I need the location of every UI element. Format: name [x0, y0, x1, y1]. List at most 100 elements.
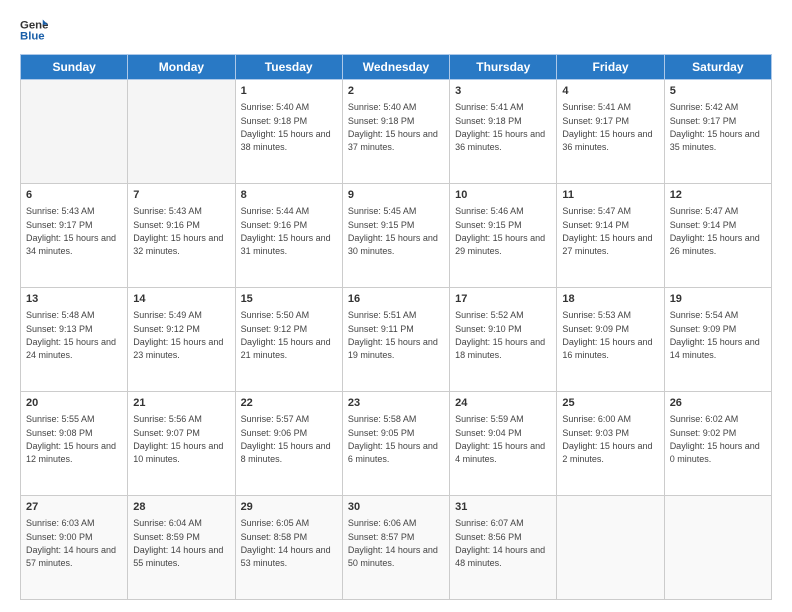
day-number: 23 — [348, 396, 444, 411]
day-number: 13 — [26, 292, 122, 307]
day-header-tuesday: Tuesday — [235, 55, 342, 80]
calendar-cell: 15 Sunrise: 5:50 AMSunset: 9:12 PMDayligh… — [235, 288, 342, 392]
calendar-cell: 2Sunrise: 5:40 AMSunset: 9:18 PMDaylight… — [342, 80, 449, 184]
calendar-cell: 28Sunrise: 6:04 AMSunset: 8:59 PMDayligh… — [128, 496, 235, 600]
calendar-cell: 27Sunrise: 6:03 AMSunset: 9:00 PMDayligh… — [21, 496, 128, 600]
day-number: 12 — [670, 188, 766, 203]
cell-info: Sunrise: 5:45 AMSunset: 9:15 PMDaylight:… — [348, 206, 438, 256]
day-header-saturday: Saturday — [664, 55, 771, 80]
week-row-4: 20 Sunrise: 5:55 AMSunset: 9:08 PMDayligh… — [21, 392, 772, 496]
header: General Blue — [20, 16, 772, 44]
calendar-cell: 26 Sunrise: 6:02 AMSunset: 9:02 PMDayligh… — [664, 392, 771, 496]
cell-info: Sunrise: 5:40 AMSunset: 9:18 PMDaylight:… — [348, 102, 438, 152]
day-number: 4 — [562, 84, 658, 99]
calendar-cell: 30 Sunrise: 6:06 AMSunset: 8:57 PMDayligh… — [342, 496, 449, 600]
day-number: 8 — [241, 188, 337, 203]
calendar-cell: 17 Sunrise: 5:52 AMSunset: 9:10 PMDayligh… — [450, 288, 557, 392]
cell-info: Sunrise: 5:43 AMSunset: 9:16 PMDaylight:… — [133, 206, 223, 256]
cell-info: Sunrise: 5:41 AMSunset: 9:18 PMDaylight:… — [455, 102, 545, 152]
calendar-cell — [21, 80, 128, 184]
cell-info: Sunrise: 6:02 AMSunset: 9:02 PMDaylight:… — [670, 414, 760, 464]
cell-info: Sunrise: 5:44 AMSunset: 9:16 PMDaylight:… — [241, 206, 331, 256]
day-header-sunday: Sunday — [21, 55, 128, 80]
cell-info: Sunrise: 5:56 AMSunset: 9:07 PMDaylight:… — [133, 414, 223, 464]
day-number: 15 — [241, 292, 337, 307]
day-number: 7 — [133, 188, 229, 203]
calendar-cell: 1 Sunrise: 5:40 AMSunset: 9:18 PMDaylight… — [235, 80, 342, 184]
day-number: 9 — [348, 188, 444, 203]
day-number: 5 — [670, 84, 766, 99]
cell-info: Sunrise: 5:57 AMSunset: 9:06 PMDaylight:… — [241, 414, 331, 464]
cell-info: Sunrise: 6:03 AMSunset: 9:00 PMDaylight:… — [26, 518, 116, 568]
day-number: 31 — [455, 500, 551, 515]
cell-info: Sunrise: 5:46 AMSunset: 9:15 PMDaylight:… — [455, 206, 545, 256]
day-number: 11 — [562, 188, 658, 203]
cell-info: Sunrise: 5:58 AMSunset: 9:05 PMDaylight:… — [348, 414, 438, 464]
calendar-cell: 12Sunrise: 5:47 AMSunset: 9:14 PMDayligh… — [664, 184, 771, 288]
days-header-row: SundayMondayTuesdayWednesdayThursdayFrid… — [21, 55, 772, 80]
day-header-thursday: Thursday — [450, 55, 557, 80]
day-header-wednesday: Wednesday — [342, 55, 449, 80]
day-number: 1 — [241, 84, 337, 99]
day-number: 28 — [133, 500, 229, 515]
day-number: 22 — [241, 396, 337, 411]
day-number: 24 — [455, 396, 551, 411]
calendar-cell: 29 Sunrise: 6:05 AMSunset: 8:58 PMDayligh… — [235, 496, 342, 600]
day-number: 10 — [455, 188, 551, 203]
cell-info: Sunrise: 5:55 AMSunset: 9:08 PMDaylight:… — [26, 414, 116, 464]
day-header-monday: Monday — [128, 55, 235, 80]
cell-info: Sunrise: 5:54 AMSunset: 9:09 PMDaylight:… — [670, 310, 760, 360]
cell-info: Sunrise: 5:51 AMSunset: 9:11 PMDaylight:… — [348, 310, 438, 360]
calendar-cell: 5 Sunrise: 5:42 AMSunset: 9:17 PMDaylight… — [664, 80, 771, 184]
day-number: 19 — [670, 292, 766, 307]
day-number: 20 — [26, 396, 122, 411]
day-number: 29 — [241, 500, 337, 515]
cell-info: Sunrise: 5:52 AMSunset: 9:10 PMDaylight:… — [455, 310, 545, 360]
calendar-cell: 9 Sunrise: 5:45 AMSunset: 9:15 PMDaylight… — [342, 184, 449, 288]
cell-info: Sunrise: 5:50 AMSunset: 9:12 PMDaylight:… — [241, 310, 331, 360]
calendar-table: SundayMondayTuesdayWednesdayThursdayFrid… — [20, 54, 772, 600]
cell-info: Sunrise: 6:00 AMSunset: 9:03 PMDaylight:… — [562, 414, 652, 464]
day-number: 17 — [455, 292, 551, 307]
calendar-cell: 18Sunrise: 5:53 AMSunset: 9:09 PMDayligh… — [557, 288, 664, 392]
day-number: 30 — [348, 500, 444, 515]
calendar-cell: 19 Sunrise: 5:54 AMSunset: 9:09 PMDayligh… — [664, 288, 771, 392]
calendar-body: 1 Sunrise: 5:40 AMSunset: 9:18 PMDaylight… — [21, 80, 772, 600]
svg-text:Blue: Blue — [20, 31, 45, 43]
calendar-cell: 14Sunrise: 5:49 AMSunset: 9:12 PMDayligh… — [128, 288, 235, 392]
calendar-cell: 31Sunrise: 6:07 AMSunset: 8:56 PMDayligh… — [450, 496, 557, 600]
calendar-cell: 6 Sunrise: 5:43 AMSunset: 9:17 PMDaylight… — [21, 184, 128, 288]
day-number: 26 — [670, 396, 766, 411]
day-number: 25 — [562, 396, 658, 411]
day-number: 18 — [562, 292, 658, 307]
calendar-cell: 13Sunrise: 5:48 AMSunset: 9:13 PMDayligh… — [21, 288, 128, 392]
day-number: 16 — [348, 292, 444, 307]
calendar-cell: 23 Sunrise: 5:58 AMSunset: 9:05 PMDayligh… — [342, 392, 449, 496]
week-row-5: 27Sunrise: 6:03 AMSunset: 9:00 PMDayligh… — [21, 496, 772, 600]
week-row-3: 13Sunrise: 5:48 AMSunset: 9:13 PMDayligh… — [21, 288, 772, 392]
cell-info: Sunrise: 5:40 AMSunset: 9:18 PMDaylight:… — [241, 102, 331, 152]
day-number: 3 — [455, 84, 551, 99]
day-header-friday: Friday — [557, 55, 664, 80]
cell-info: Sunrise: 6:06 AMSunset: 8:57 PMDaylight:… — [348, 518, 438, 568]
cell-info: Sunrise: 5:49 AMSunset: 9:12 PMDaylight:… — [133, 310, 223, 360]
logo-icon: General Blue — [20, 16, 48, 44]
calendar-cell: 7 Sunrise: 5:43 AMSunset: 9:16 PMDaylight… — [128, 184, 235, 288]
calendar-cell: 24 Sunrise: 5:59 AMSunset: 9:04 PMDayligh… — [450, 392, 557, 496]
calendar-cell — [664, 496, 771, 600]
cell-info: Sunrise: 5:42 AMSunset: 9:17 PMDaylight:… — [670, 102, 760, 152]
day-number: 6 — [26, 188, 122, 203]
cell-info: Sunrise: 6:05 AMSunset: 8:58 PMDaylight:… — [241, 518, 331, 568]
cell-info: Sunrise: 5:43 AMSunset: 9:17 PMDaylight:… — [26, 206, 116, 256]
logo: General Blue — [20, 16, 48, 44]
week-row-2: 6 Sunrise: 5:43 AMSunset: 9:17 PMDaylight… — [21, 184, 772, 288]
calendar-cell: 21 Sunrise: 5:56 AMSunset: 9:07 PMDayligh… — [128, 392, 235, 496]
calendar-cell: 16 Sunrise: 5:51 AMSunset: 9:11 PMDayligh… — [342, 288, 449, 392]
calendar-cell: 20 Sunrise: 5:55 AMSunset: 9:08 PMDayligh… — [21, 392, 128, 496]
day-number: 21 — [133, 396, 229, 411]
calendar-cell: 11 Sunrise: 5:47 AMSunset: 9:14 PMDayligh… — [557, 184, 664, 288]
calendar-cell: 10 Sunrise: 5:46 AMSunset: 9:15 PMDayligh… — [450, 184, 557, 288]
cell-info: Sunrise: 5:47 AMSunset: 9:14 PMDaylight:… — [562, 206, 652, 256]
calendar-cell: 4Sunrise: 5:41 AMSunset: 9:17 PMDaylight… — [557, 80, 664, 184]
cell-info: Sunrise: 5:59 AMSunset: 9:04 PMDaylight:… — [455, 414, 545, 464]
